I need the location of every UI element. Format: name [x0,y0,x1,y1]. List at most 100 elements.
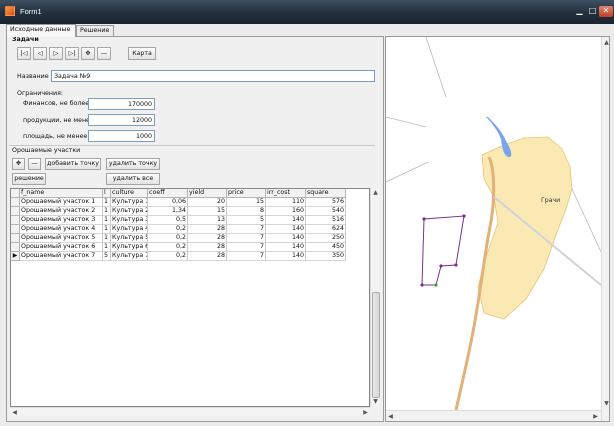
table-cell[interactable]: 7 [227,225,266,234]
scroll-right-icon[interactable]: ▶ [361,408,370,417]
table-cell[interactable]: 1 [103,243,111,252]
column-header[interactable]: price [227,189,266,198]
polygon-vertex[interactable] [454,263,458,267]
maximize-icon[interactable]: □ [586,6,599,17]
table-cell[interactable]: 516 [306,216,346,225]
row-indicator[interactable] [11,207,20,216]
table-cell[interactable]: Культура 7 [111,252,148,261]
table-cell[interactable]: 140 [266,225,306,234]
add-plot-button[interactable]: ✥ [12,158,25,170]
plots-grid[interactable]: f_name l culture coeff yield price irr_c… [10,188,370,407]
polygon-vertex-selected[interactable] [434,283,438,287]
table-cell[interactable]: 140 [266,252,306,261]
table-cell[interactable]: 28 [188,234,227,243]
table-cell[interactable]: 7 [227,234,266,243]
table-cell[interactable]: Орошаемый участок 5 [20,234,103,243]
table-cell[interactable]: 15 [188,207,227,216]
table-cell[interactable]: 5 [103,252,111,261]
map-vertical-scrollbar[interactable]: ▲ ▼ [601,37,609,421]
table-cell[interactable]: 5 [227,216,266,225]
column-header[interactable]: f_name [20,189,103,198]
row-indicator[interactable] [11,234,20,243]
map-horizontal-scrollbar[interactable]: ◀ ▶ [386,410,601,421]
table-cell[interactable]: Культура 4 [111,225,148,234]
area-field[interactable]: 1000 [88,130,155,142]
table-cell[interactable]: 8 [227,207,266,216]
production-field[interactable]: 12000 [88,114,155,126]
table-cell[interactable]: 13 [188,216,227,225]
table-cell[interactable]: 0,2 [148,252,188,261]
table-cell[interactable]: 0,5 [148,216,188,225]
nav-first-button[interactable]: |◁ [17,47,31,60]
polygon-vertex[interactable] [420,283,424,287]
table-cell[interactable]: 28 [188,252,227,261]
nav-delete-button[interactable]: — [97,47,111,60]
table-cell[interactable]: 576 [306,198,346,207]
remove-plot-button[interactable]: — [28,158,41,170]
table-cell[interactable]: 140 [266,234,306,243]
scroll-down-icon[interactable]: ▼ [602,399,609,408]
table-cell[interactable]: Орошаемый участок 6 [20,243,103,252]
table-cell[interactable]: Орошаемый участок 1 [20,198,103,207]
polygon-vertex[interactable] [439,264,443,268]
table-cell[interactable]: 20 [188,198,227,207]
table-cell[interactable]: 160 [266,207,306,216]
scroll-up-icon[interactable]: ▲ [371,188,380,197]
row-indicator[interactable] [11,225,20,234]
table-cell[interactable]: Орошаемый участок 7 [20,252,103,261]
grid-horizontal-scrollbar[interactable]: ◀ ▶ [10,407,370,417]
table-cell[interactable]: 140 [266,243,306,252]
add-point-button[interactable]: добавить точку [45,158,101,170]
polygon-vertex[interactable] [462,214,466,218]
scroll-down-icon[interactable]: ▼ [371,397,380,406]
table-cell[interactable]: 0,2 [148,234,188,243]
table-cell[interactable]: Орошаемый участок 2 [20,207,103,216]
table-cell[interactable]: 450 [306,243,346,252]
delete-point-button[interactable]: удалить точку [106,158,160,170]
table-cell[interactable]: Культура 5 [111,234,148,243]
table-cell[interactable]: 1,34 [148,207,188,216]
map-canvas[interactable]: Грачи [386,37,602,411]
nav-next-button[interactable]: ▷ [49,47,63,60]
grid-vertical-scrollbar[interactable]: ▲ ▼ [370,188,380,407]
grid-scroll-thumb[interactable] [372,292,380,398]
table-cell[interactable]: 1 [103,207,111,216]
table-cell[interactable]: 1 [103,198,111,207]
row-indicator[interactable] [11,243,20,252]
solve-button[interactable]: решение [12,173,46,185]
polygon-vertex[interactable] [422,217,426,221]
table-cell[interactable]: 15 [227,198,266,207]
scroll-left-icon[interactable]: ◀ [386,412,395,421]
table-cell[interactable]: 0,2 [148,243,188,252]
table-cell[interactable]: 1 [103,234,111,243]
tab-source-data[interactable]: Исходные данные [6,24,76,37]
nav-last-button[interactable]: ▷| [65,47,79,60]
table-cell[interactable]: 350 [306,252,346,261]
table-cell[interactable]: 28 [188,225,227,234]
table-cell[interactable]: Орошаемый участок 3 [20,216,103,225]
nav-prev-button[interactable]: ◁ [33,47,47,60]
scroll-up-icon[interactable]: ▲ [602,38,609,47]
row-indicator[interactable] [11,198,20,207]
table-cell[interactable]: 7 [227,252,266,261]
task-name-field[interactable]: Задача №9 [51,70,375,82]
column-header[interactable]: square [306,189,346,198]
delete-all-button[interactable]: удалить все [106,173,160,185]
finance-field[interactable]: 170000 [88,98,155,110]
table-cell[interactable]: 250 [306,234,346,243]
table-cell[interactable]: Культура 2 [111,207,148,216]
row-indicator[interactable] [11,216,20,225]
close-icon[interactable]: ✕ [599,6,613,17]
row-indicator[interactable]: ▶ [11,252,20,261]
table-cell[interactable]: Культура 6 [111,243,148,252]
table-cell[interactable]: Культура 3 [111,216,148,225]
column-header[interactable]: irr_cost [266,189,306,198]
table-cell[interactable]: 140 [266,216,306,225]
column-header[interactable]: coeff [148,189,188,198]
scroll-left-icon[interactable]: ◀ [10,408,19,417]
table-cell[interactable]: 624 [306,225,346,234]
map-button[interactable]: Карта [128,47,156,60]
table-cell[interactable]: 7 [227,243,266,252]
table-cell[interactable]: 110 [266,198,306,207]
column-header[interactable]: culture [111,189,148,198]
